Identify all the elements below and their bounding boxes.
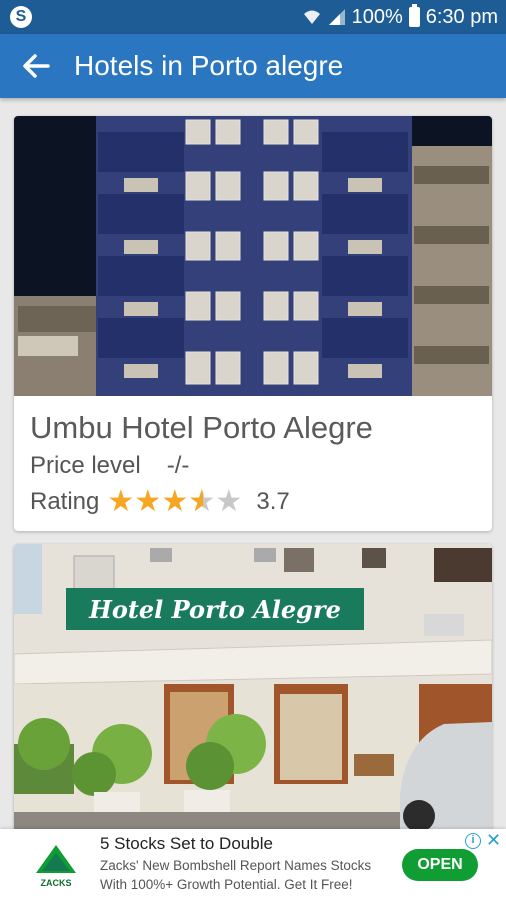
status-bar-right: 100% 6:30 pm xyxy=(302,4,498,29)
hotel-info: Umbu Hotel Porto Alegre Price level -/- … xyxy=(14,396,492,520)
page-title: Hotels in Porto alegre xyxy=(74,50,344,81)
star-full-icon: ★ xyxy=(107,485,135,518)
ad-banner[interactable]: ZACKS 5 Stocks Set to Double Zacks' New … xyxy=(0,829,506,900)
battery-icon xyxy=(408,4,420,27)
signal-icon xyxy=(328,9,345,25)
hotel-photo[interactable]: Hotel Porto Alegre xyxy=(14,544,492,844)
ad-text[interactable]: Zacks' New Bombshell Report Names Stocks… xyxy=(100,856,390,894)
arrow-left-icon[interactable] xyxy=(18,48,54,84)
zacks-logo: ZACKS xyxy=(36,845,76,888)
hotel-card[interactable]: Umbu Hotel Porto Alegre Price level -/- … xyxy=(14,116,492,531)
price-row: Price level -/- xyxy=(30,448,476,484)
rating-row: Rating ★ ★ ★ ★ ★ 3.7 xyxy=(30,484,476,520)
open-button[interactable]: OPEN xyxy=(402,849,478,881)
star-full-icon: ★ xyxy=(161,485,189,518)
status-bar: S 100% 6:30 pm xyxy=(0,0,506,34)
hotel-sign: Hotel Porto Alegre xyxy=(88,595,341,624)
star-full-icon: ★ xyxy=(134,485,162,518)
rating-label: Rating xyxy=(30,488,100,515)
price-value: -/- xyxy=(166,452,190,479)
clock: 6:30 pm xyxy=(425,5,498,28)
rating-stars: ★ ★ ★ ★ ★ xyxy=(107,485,243,518)
info-icon[interactable]: i xyxy=(465,833,481,849)
hotel-name: Umbu Hotel Porto Alegre xyxy=(30,410,373,445)
ad-logo-text: ZACKS xyxy=(41,878,72,888)
skype-icon: S xyxy=(10,6,32,28)
app-bar: Hotels in Porto alegre xyxy=(0,34,506,98)
hotel-card[interactable]: Hotel Porto Alegre xyxy=(14,544,492,844)
hotel-photo[interactable] xyxy=(14,116,492,396)
star-half-icon: ★ xyxy=(188,487,215,518)
ad-title[interactable]: 5 Stocks Set to Double xyxy=(100,834,273,854)
battery-percent: 100% xyxy=(351,5,403,28)
price-label: Price level xyxy=(30,452,141,479)
close-icon[interactable]: ✕ xyxy=(486,831,501,849)
wifi-icon xyxy=(303,10,320,24)
star-empty-icon: ★ xyxy=(215,485,243,518)
rating-value: 3.7 xyxy=(256,488,290,515)
